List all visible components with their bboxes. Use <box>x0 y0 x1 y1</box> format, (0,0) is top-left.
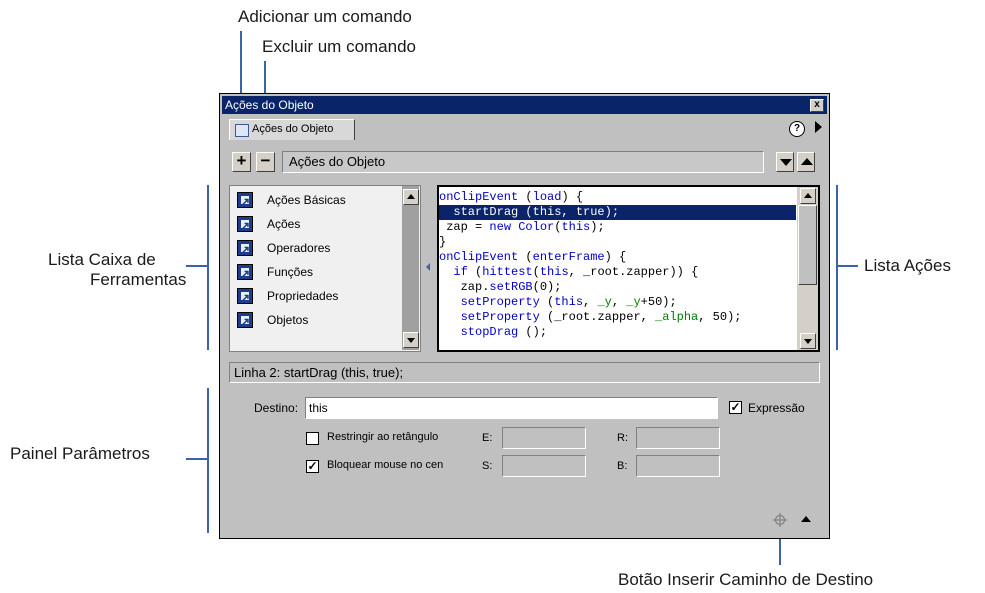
target-label: Destino: <box>254 401 299 415</box>
actions-list[interactable]: onClipEvent (load) { startDrag (this, tr… <box>437 185 820 352</box>
move-down-button[interactable] <box>776 152 794 172</box>
toolbox-item[interactable]: Propriedades <box>237 286 339 308</box>
panel-menu-arrow-icon[interactable] <box>815 121 822 133</box>
collapse-params-icon[interactable] <box>801 516 811 522</box>
callout-tick-toolbox <box>186 265 208 267</box>
code-line[interactable]: onClipEvent (enterFrame) { <box>439 250 796 265</box>
callout-parameters-panel: Painel Parâmetros <box>10 444 150 463</box>
toolbox-item-label: Ações <box>267 217 301 231</box>
code-line[interactable]: setProperty (_root.zapper, _alpha, 50); <box>439 310 796 325</box>
arrow-down-icon <box>407 338 415 343</box>
window-title: Ações do Objeto <box>225 98 314 112</box>
toolbox-item[interactable]: Objetos <box>237 310 309 332</box>
toolbox-item-label: Funções <box>267 265 314 279</box>
arrow-up-icon <box>407 194 415 199</box>
lock-mouse-checkbox[interactable]: ✓ <box>306 460 319 473</box>
constrain-checkbox[interactable] <box>306 432 319 445</box>
tab-arrow-icon <box>235 124 249 137</box>
code-line[interactable]: setProperty (this, _y, _y+50); <box>439 295 796 310</box>
code-line[interactable]: onClipEvent (load) { <box>439 190 796 205</box>
constrain-label: Restringir ao retângulo <box>327 431 439 443</box>
bottom-label: B: <box>617 460 628 472</box>
toolbox-item[interactable]: Ações Básicas <box>237 190 346 212</box>
callout-tick-params <box>186 458 208 460</box>
arrow-down-icon <box>780 159 792 166</box>
top-label: S: <box>482 460 493 472</box>
callout-target-path-button: Botão Inserir Caminho de Destino <box>618 570 874 589</box>
help-button[interactable]: ? <box>789 121 805 137</box>
callout-bracket-params <box>207 388 209 533</box>
code-line[interactable]: } <box>439 235 796 250</box>
book-icon <box>237 192 253 212</box>
right-label: R: <box>617 432 628 444</box>
callout-toolbox-list-line2: Ferramentas <box>90 270 187 289</box>
tab-strip: Ações do Objeto ? <box>222 115 827 141</box>
book-icon <box>237 240 253 260</box>
toolbox-item[interactable]: Operadores <box>237 238 331 260</box>
toolbox-scroll-down-button[interactable] <box>403 332 419 348</box>
book-icon <box>237 264 253 284</box>
book-icon <box>237 312 253 332</box>
actions-combo[interactable]: Ações do Objeto <box>282 151 764 173</box>
callout-remove-command: Excluir um comando <box>262 37 417 56</box>
tab-label: Ações do Objeto <box>252 123 334 135</box>
code-line[interactable]: zap.setRGB(0); <box>439 280 796 295</box>
remove-command-button[interactable]: − <box>256 152 275 172</box>
left-label: E: <box>482 432 493 444</box>
bottom-field[interactable] <box>636 455 720 477</box>
toolbox-item[interactable]: Ações <box>237 214 301 236</box>
lock-mouse-label: Bloquear mouse no cen <box>327 459 444 471</box>
status-line: Linha 2: startDrag (this, true); <box>229 362 820 383</box>
arrow-up-icon <box>804 193 812 198</box>
target-input[interactable]: this <box>305 397 718 419</box>
insert-target-path-icon[interactable] <box>773 513 787 527</box>
left-field[interactable] <box>502 427 586 449</box>
top-field[interactable] <box>502 455 586 477</box>
callout-add-command: Adicionar um comando <box>238 7 412 26</box>
expression-label: Expressão <box>748 401 805 415</box>
expression-checkbox[interactable]: ✓ <box>729 401 742 414</box>
toolbox-item-label: Operadores <box>267 241 331 255</box>
window-titlebar[interactable]: Ações do Objeto x <box>222 96 827 114</box>
actions-scroll-thumb[interactable] <box>798 205 817 285</box>
toolbox-scroll-up-button[interactable] <box>403 189 419 205</box>
toolbox-scrollbar[interactable] <box>402 186 419 350</box>
selected-code-text: startDrag (this, true); <box>446 205 620 219</box>
code-line[interactable]: stopDrag (); <box>439 325 796 340</box>
splitter-arrow-icon <box>426 263 430 271</box>
toolbox-item-label: Propriedades <box>267 289 339 303</box>
close-button[interactable]: x <box>810 99 824 112</box>
toolbox-list: Ações Básicas Ações Operadores Funções P… <box>229 185 421 352</box>
callout-actions-list: Lista Ações <box>864 256 951 275</box>
code-line[interactable]: if (hittest(this, _root.zapper)) { <box>439 265 796 280</box>
actions-scroll-up-button[interactable] <box>800 188 816 204</box>
callout-bracket-toolbox <box>207 185 209 350</box>
callout-bracket-actions <box>836 185 838 350</box>
toolbox-item-label: Objetos <box>267 313 309 327</box>
actions-scroll-down-button[interactable] <box>800 333 816 349</box>
right-field[interactable] <box>636 427 720 449</box>
tab-object-actions[interactable]: Ações do Objeto <box>229 119 355 140</box>
book-icon <box>237 216 253 236</box>
code-line[interactable]: zap = new Color(this); <box>439 220 796 235</box>
move-up-button[interactable] <box>797 152 815 172</box>
book-icon <box>237 288 253 308</box>
callout-toolbox-list-line1: Lista Caixa de <box>48 250 156 269</box>
arrow-down-icon <box>804 339 812 344</box>
code-line-selected[interactable]: startDrag (this, true); <box>439 205 796 220</box>
toolbox-item-label: Ações Básicas <box>267 193 346 207</box>
callout-tick-actions <box>836 265 858 267</box>
toolbox-item[interactable]: Funções <box>237 262 314 284</box>
add-command-button[interactable]: + <box>232 152 251 172</box>
arrow-up-icon <box>801 158 813 165</box>
